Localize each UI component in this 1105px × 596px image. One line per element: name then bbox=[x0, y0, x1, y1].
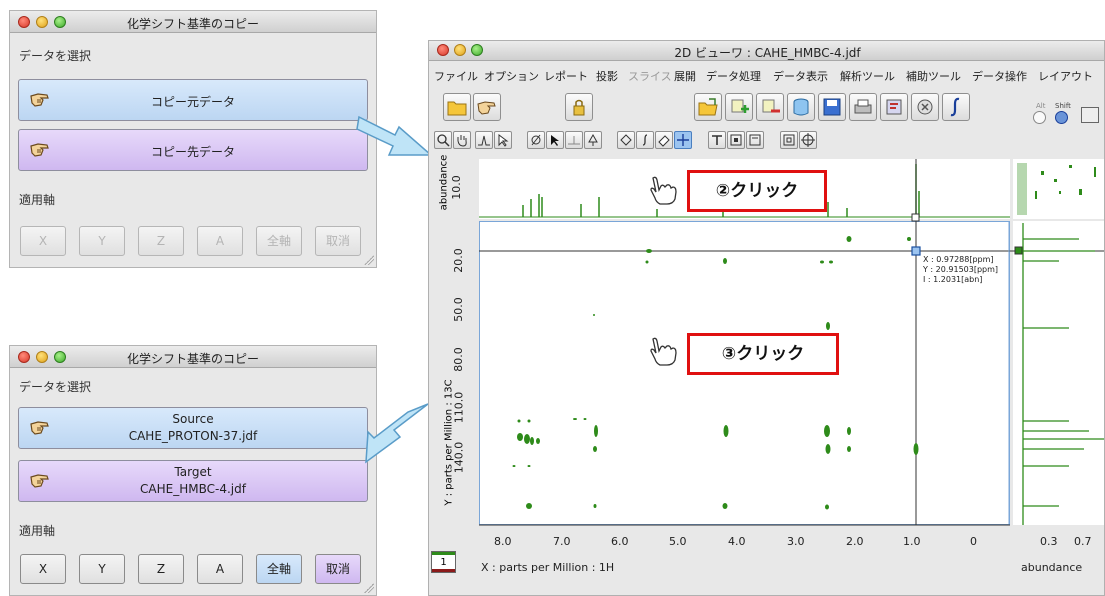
axis-x-button[interactable]: X bbox=[20, 554, 66, 584]
callout-click-3: ③クリック bbox=[687, 333, 839, 375]
axis-y-button[interactable]: Y bbox=[79, 554, 125, 584]
target-data-label: コピー先データ bbox=[150, 145, 235, 159]
crosshair-top-marker bbox=[911, 213, 920, 222]
overview-thumbnail bbox=[1017, 163, 1096, 215]
arrow-to-target-button bbox=[365, 403, 429, 464]
cursor-x-value: X : 0.97288[ppm] bbox=[923, 255, 994, 264]
resize-grip[interactable] bbox=[364, 255, 374, 265]
source-filename: CAHE_PROTON-37.jdf bbox=[128, 429, 258, 443]
cursor-readout: X : 0.97288[ppm] Y : 20.91503[ppm] I : 1… bbox=[923, 255, 999, 285]
dialog-title: 化学シフト基準のコピー bbox=[126, 352, 259, 366]
applied-axis-label: 適用軸 bbox=[19, 524, 56, 538]
target-title: Target bbox=[174, 465, 212, 479]
source-data-label: コピー元データ bbox=[150, 95, 235, 109]
target-filename: CAHE_HMBC-4.jdf bbox=[140, 482, 246, 496]
click-hand-icon-2 bbox=[650, 176, 677, 205]
arrow-to-top-spectrum bbox=[356, 115, 433, 156]
callout-click-2: ②クリック bbox=[687, 170, 827, 212]
target-data-button[interactable]: Target CAHE_HMBC-4.jdf bbox=[18, 460, 368, 502]
source-data-button[interactable]: コピー元データ bbox=[18, 79, 368, 121]
2d-viewer-window: 2D ビューワ : CAHE_HMBC-4.jdf ファイル オプション レポー… bbox=[428, 40, 1105, 596]
copy-reference-dialog-filled: 化学シフト基準のコピー データを選択 Source CAHE_PROTON-37… bbox=[9, 345, 377, 596]
source-data-button[interactable]: Source CAHE_PROTON-37.jdf bbox=[18, 407, 368, 449]
axis-a-button[interactable]: A bbox=[197, 554, 243, 584]
dialog-title: 化学シフト基準のコピー bbox=[126, 17, 259, 31]
right-projection-peaks bbox=[1022, 223, 1104, 525]
all-axes-button[interactable]: 全軸 bbox=[256, 554, 302, 584]
dialog-titlebar: 化学シフト基準のコピー bbox=[10, 346, 376, 368]
axis-x-button[interactable]: X bbox=[20, 226, 66, 256]
cursor-intensity-value: I : 1.2031[abn] bbox=[923, 275, 983, 284]
click-hand-icon-3 bbox=[650, 337, 677, 366]
dialog-titlebar: 化学シフト基準のコピー bbox=[10, 11, 376, 33]
axis-z-button[interactable]: Z bbox=[138, 554, 184, 584]
axis-a-button[interactable]: A bbox=[197, 226, 243, 256]
cursor-y-value: Y : 20.91503[ppm] bbox=[923, 265, 999, 274]
axis-y-button[interactable]: Y bbox=[79, 226, 125, 256]
cancel-button[interactable]: 取消 bbox=[315, 226, 361, 256]
copy-reference-dialog-empty: 化学シフト基準のコピー データを選択 コピー元データ コピー先データ 適用軸 X… bbox=[9, 10, 377, 268]
applied-axis-label: 適用軸 bbox=[19, 193, 56, 207]
select-data-label: データを選択 bbox=[19, 380, 92, 394]
select-data-label: データを選択 bbox=[19, 49, 92, 63]
all-axes-button[interactable]: 全軸 bbox=[256, 226, 302, 256]
crosshair-marker bbox=[911, 246, 921, 256]
resize-grip[interactable] bbox=[364, 583, 374, 593]
axis-z-button[interactable]: Z bbox=[138, 226, 184, 256]
target-data-button[interactable]: コピー先データ bbox=[18, 129, 368, 171]
cancel-button[interactable]: 取消 bbox=[315, 554, 361, 584]
crosshair-right-marker bbox=[1014, 246, 1023, 255]
source-title: Source bbox=[172, 412, 214, 426]
spectrum-drawing bbox=[479, 159, 1104, 526]
